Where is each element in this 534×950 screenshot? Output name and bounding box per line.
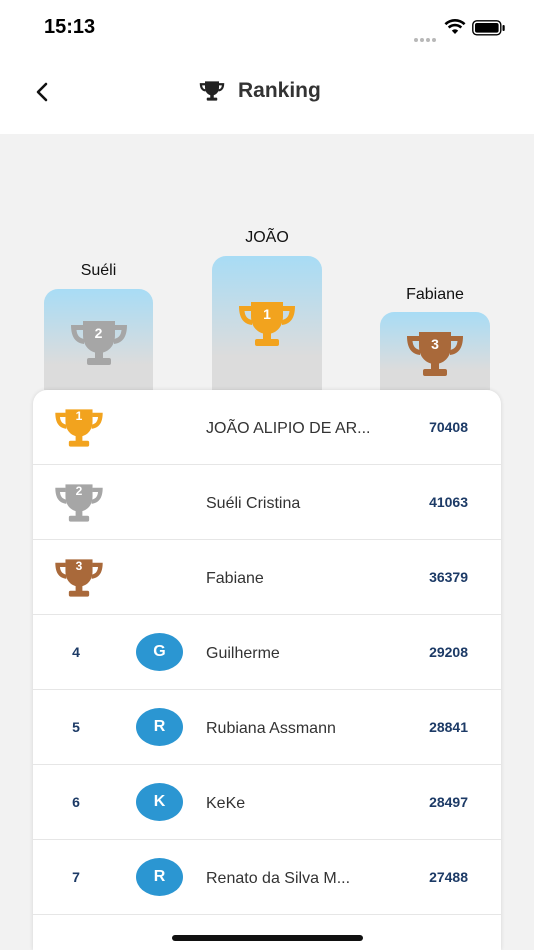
cellular-signal-icon (414, 29, 438, 42)
rank-number: 7 (72, 869, 80, 885)
status-bar: 15:13 (0, 0, 534, 56)
ranking-row[interactable]: 4 G Guilherme 29208 (33, 615, 501, 690)
trophy-rank-number: 1 (75, 409, 83, 423)
ranking-row[interactable]: 6 K KeKe 28497 (33, 765, 501, 840)
player-score: 27488 (429, 869, 468, 885)
podium-name: Suéli (80, 262, 117, 279)
player-name: Fabiane (206, 570, 264, 587)
battery-icon (472, 20, 505, 36)
player-score: 29208 (429, 644, 468, 660)
home-indicator[interactable] (172, 935, 363, 941)
wifi-icon (444, 18, 466, 34)
trophy-icon (199, 81, 225, 101)
player-name: Guilherme (206, 645, 280, 662)
trophy-rank-number: 3 (431, 336, 439, 352)
ranking-row[interactable]: 2 Suéli Cristina 41063 (33, 465, 501, 540)
player-name: Renato da Silva M... (206, 870, 351, 887)
status-time: 15:13 (44, 16, 96, 38)
player-score: 28841 (429, 719, 468, 735)
avatar: G (136, 633, 183, 671)
podium-block: 3 (380, 312, 490, 390)
gold-trophy-icon: 1 (235, 298, 299, 350)
avatar: R (136, 708, 183, 746)
trophy-rank-number: 3 (75, 559, 83, 573)
podium-block: 2 (44, 289, 153, 390)
ranking-list[interactable]: 1 JOÃO ALIPIO DE AR... 70408 2 Suéli Cri… (33, 390, 501, 950)
podium-name: JOÃO (245, 229, 289, 246)
chevron-left-icon (36, 82, 48, 102)
player-name: JOÃO ALIPIO DE AR... (206, 420, 371, 437)
ranking-row[interactable]: 5 R Rubiana Assmann 28841 (33, 690, 501, 765)
player-name: Rubiana Assmann (206, 720, 336, 737)
player-score: 28497 (429, 794, 468, 810)
bronze-trophy-icon: 3 (403, 328, 467, 380)
page-title-group: Ranking (198, 76, 321, 106)
rank-number: 4 (72, 644, 80, 660)
bronze-trophy-icon: 3 (51, 556, 107, 600)
ranking-row[interactable]: 7 R Renato da Silva M... 27488 (33, 840, 501, 915)
header-bar: Ranking (0, 56, 534, 134)
trophy-rank-number: 2 (75, 484, 83, 498)
back-button[interactable] (26, 76, 58, 108)
avatar: K (136, 783, 183, 821)
podium-block: 1 (212, 256, 322, 390)
rank-number: 6 (72, 794, 80, 810)
ranking-row[interactable]: 1 JOÃO ALIPIO DE AR... 70408 (33, 390, 501, 465)
page-title: Ranking (238, 79, 321, 102)
podium-first-place: JOÃO 1 (212, 229, 322, 390)
avatar: R (136, 858, 183, 896)
player-score: 36379 (429, 569, 468, 585)
player-score: 41063 (429, 494, 468, 510)
player-name: KeKe (206, 795, 246, 812)
podium-third-place: Fabiane 3 (380, 286, 490, 390)
rank-number: 5 (72, 719, 80, 735)
trophy-rank-number: 1 (263, 306, 271, 322)
podium-name: Fabiane (406, 286, 464, 303)
ranking-row[interactable]: 3 Fabiane 36379 (33, 540, 501, 615)
podium-second-place: Suéli 2 (44, 262, 153, 390)
silver-trophy-icon: 2 (67, 317, 131, 369)
silver-trophy-icon: 2 (51, 481, 107, 525)
trophy-rank-number: 2 (94, 325, 103, 341)
player-name: Suéli Cristina (206, 495, 301, 512)
player-score: 70408 (429, 419, 468, 435)
gold-trophy-icon: 1 (51, 406, 107, 450)
